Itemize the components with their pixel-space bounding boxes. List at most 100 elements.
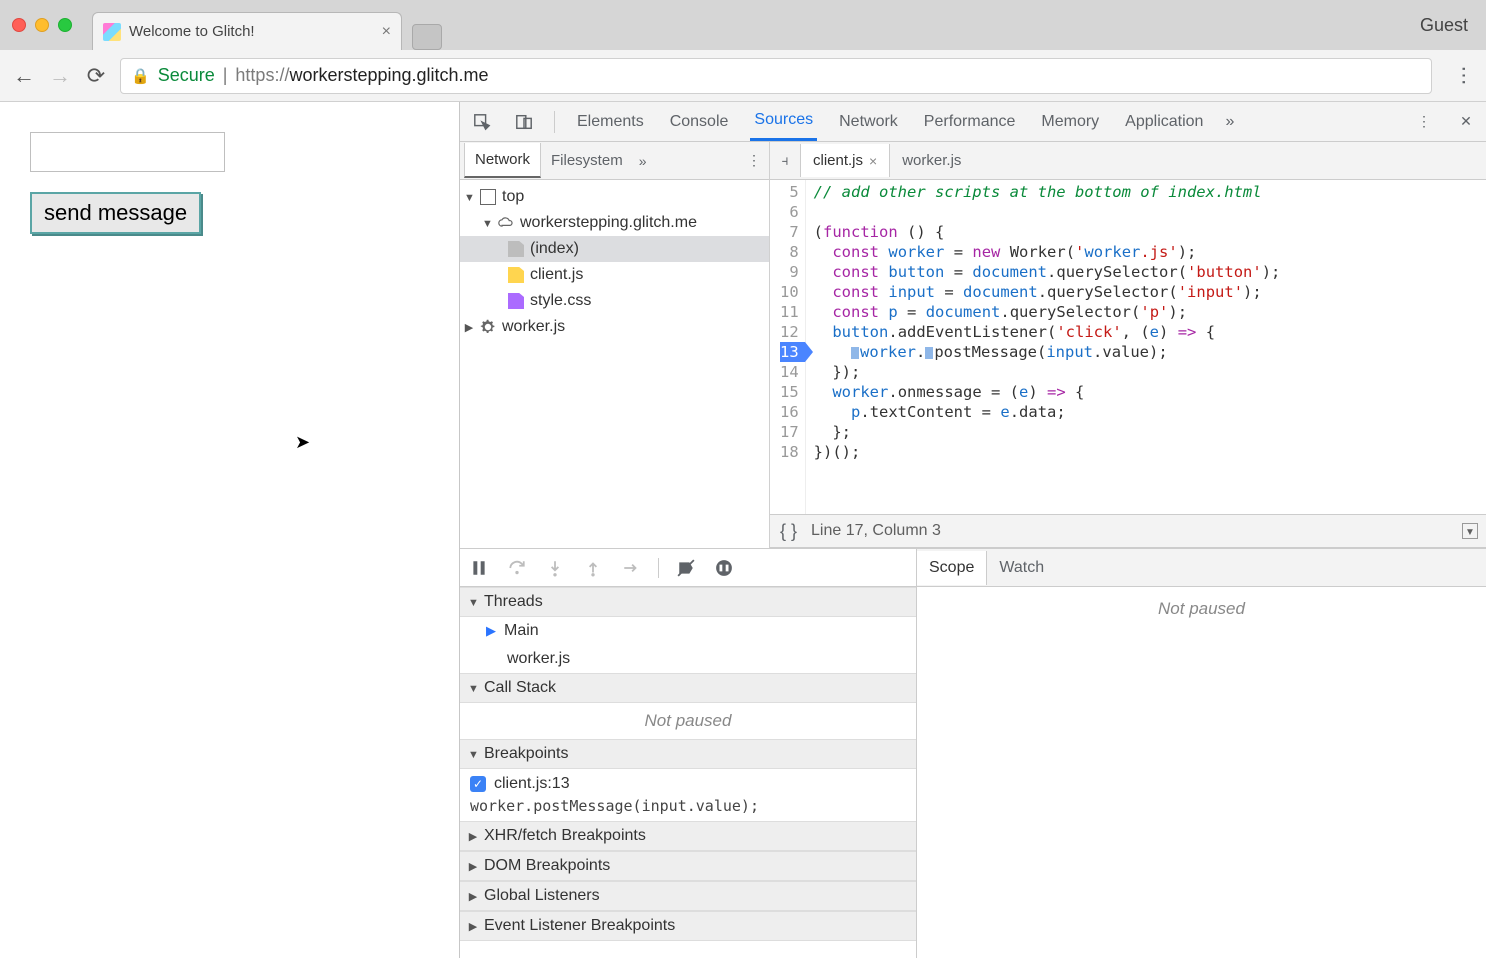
file-tree: top workerstepping.glitch.me (index) cli… [460, 180, 769, 344]
editor-statusbar: { } Line 17, Column 3 ▼ [770, 514, 1486, 548]
message-input[interactable] [30, 132, 225, 172]
thread-main[interactable]: ▶Main [460, 617, 916, 645]
navigator-tab-network[interactable]: Network [464, 143, 541, 178]
reload-button[interactable]: ⟳ [84, 63, 108, 89]
new-tab-button[interactable] [412, 24, 442, 50]
cursor-icon: ➤ [295, 432, 310, 453]
device-toolbar-icon[interactable] [512, 110, 536, 134]
step-into-button[interactable] [544, 557, 566, 579]
xhr-breakpoints-header[interactable]: XHR/fetch Breakpoints [460, 821, 916, 851]
pause-on-exceptions-button[interactable] [713, 557, 735, 579]
global-listeners-header[interactable]: Global Listeners [460, 881, 916, 911]
rendered-page: send message ➤ [0, 102, 460, 958]
navigator-tabs: Network Filesystem » ⋮ [460, 142, 769, 180]
tab-console[interactable]: Console [666, 104, 733, 140]
back-button[interactable]: ← [12, 63, 36, 89]
cloud-icon [498, 215, 514, 231]
profile-label[interactable]: Guest [1420, 15, 1468, 36]
breakpoint-snippet: worker.postMessage(input.value); [470, 797, 906, 815]
line-gutter[interactable]: 56789101112131415161718 [770, 180, 806, 514]
tab-network[interactable]: Network [835, 104, 902, 140]
cursor-position: Line 17, Column 3 [811, 522, 941, 540]
breakpoints-header[interactable]: Breakpoints [460, 739, 916, 769]
omnibox[interactable]: 🔒 Secure | https://workerstepping.glitch… [120, 58, 1432, 94]
divider [658, 558, 659, 578]
devtools-tabbar: Elements Console Sources Network Perform… [460, 102, 1486, 142]
open-file-tabs: ⫞ client.js × worker.js [770, 142, 1486, 180]
maximize-window-icon[interactable] [58, 18, 72, 32]
address-bar-row: ← → ⟳ 🔒 Secure | https://workerstepping.… [0, 50, 1486, 102]
breakpoint-checkbox[interactable]: ✓ [470, 776, 486, 792]
file-tab-clientjs[interactable]: client.js × [800, 144, 890, 177]
pretty-print-icon[interactable]: { } [780, 521, 797, 542]
tree-label: top [502, 188, 524, 206]
close-window-icon[interactable] [12, 18, 26, 32]
debugger-left: Threads ▶Main worker.js Call Stack Not p… [460, 549, 917, 958]
favicon-icon [103, 23, 121, 41]
tree-item-index[interactable]: (index) [460, 236, 769, 262]
code-editor[interactable]: 56789101112131415161718 // add other scr… [770, 180, 1486, 514]
expand-icon[interactable] [482, 214, 492, 232]
step-over-button[interactable] [506, 557, 528, 579]
chrome-menu-icon[interactable]: ⋯ [1452, 66, 1477, 86]
watch-tab[interactable]: Watch [987, 551, 1056, 585]
thread-worker[interactable]: worker.js [460, 645, 916, 673]
breakpoint-item[interactable]: ✓ client.js:13 worker.postMessage(input.… [460, 769, 916, 821]
browser-tabs: Welcome to Glitch! × [92, 0, 442, 50]
tab-title: Welcome to Glitch! [129, 23, 374, 40]
gear-icon [480, 319, 496, 335]
tree-item-domain[interactable]: workerstepping.glitch.me [460, 210, 769, 236]
pause-button[interactable] [468, 557, 490, 579]
divider [554, 111, 555, 133]
tab-application[interactable]: Application [1121, 104, 1207, 140]
close-tab-icon[interactable]: × [382, 23, 391, 41]
tree-item-worker[interactable]: worker.js [460, 314, 769, 340]
expand-icon[interactable] [464, 188, 474, 206]
coverage-icon[interactable]: ▼ [1462, 523, 1478, 539]
more-tabs-icon[interactable]: » [1225, 113, 1234, 131]
send-message-button[interactable]: send message [30, 192, 201, 234]
step-button[interactable] [620, 557, 642, 579]
step-out-button[interactable] [582, 557, 604, 579]
expand-icon[interactable] [464, 318, 474, 336]
devtools-settings-icon[interactable]: ⋮ [1412, 110, 1436, 134]
navigator-more-icon[interactable]: » [639, 153, 647, 169]
tab-performance[interactable]: Performance [920, 104, 1020, 140]
event-listener-breakpoints-header[interactable]: Event Listener Breakpoints [460, 911, 916, 941]
collapse-navigator-icon[interactable]: ⫞ [770, 152, 800, 169]
dom-breakpoints-header[interactable]: DOM Breakpoints [460, 851, 916, 881]
debugger-right: Scope Watch Not paused [917, 549, 1486, 958]
forward-button[interactable]: → [48, 63, 72, 89]
deactivate-breakpoints-button[interactable] [675, 557, 697, 579]
tree-item-top[interactable]: top [460, 184, 769, 210]
scope-tab[interactable]: Scope [917, 551, 987, 585]
frame-icon [480, 189, 496, 205]
tree-label: workerstepping.glitch.me [520, 214, 697, 232]
close-file-icon[interactable]: × [869, 153, 877, 169]
browser-tab-active[interactable]: Welcome to Glitch! × [92, 12, 402, 50]
callstack-header[interactable]: Call Stack [460, 673, 916, 703]
window-titlebar: Welcome to Glitch! × Guest [0, 0, 1486, 50]
minimize-window-icon[interactable] [35, 18, 49, 32]
threads-header[interactable]: Threads [460, 587, 916, 617]
document-icon [508, 241, 524, 257]
tab-memory[interactable]: Memory [1037, 104, 1103, 140]
tab-elements[interactable]: Elements [573, 104, 648, 140]
navigator-tab-filesystem[interactable]: Filesystem [541, 144, 633, 177]
tab-sources[interactable]: Sources [750, 102, 817, 141]
current-thread-icon: ▶ [486, 623, 496, 639]
code-lines[interactable]: // add other scripts at the bottom of in… [806, 180, 1289, 514]
breakpoint-label: client.js:13 [494, 775, 570, 793]
threads-list: ▶Main worker.js [460, 617, 916, 673]
devtools-close-icon[interactable]: ✕ [1454, 110, 1478, 134]
page-body: send message ➤ Elements Console Sources … [0, 102, 1486, 958]
js-file-icon [508, 267, 524, 283]
inspect-element-icon[interactable] [470, 110, 494, 134]
navigator-menu-icon[interactable]: ⋮ [747, 152, 761, 169]
file-navigator: Network Filesystem » ⋮ top workersteppin… [460, 142, 770, 548]
file-tab-label: client.js [813, 152, 863, 169]
file-tab-workerjs[interactable]: worker.js [890, 144, 973, 177]
lock-icon: 🔒 [131, 67, 150, 85]
tree-item-clientjs[interactable]: client.js [460, 262, 769, 288]
tree-item-stylecss[interactable]: style.css [460, 288, 769, 314]
